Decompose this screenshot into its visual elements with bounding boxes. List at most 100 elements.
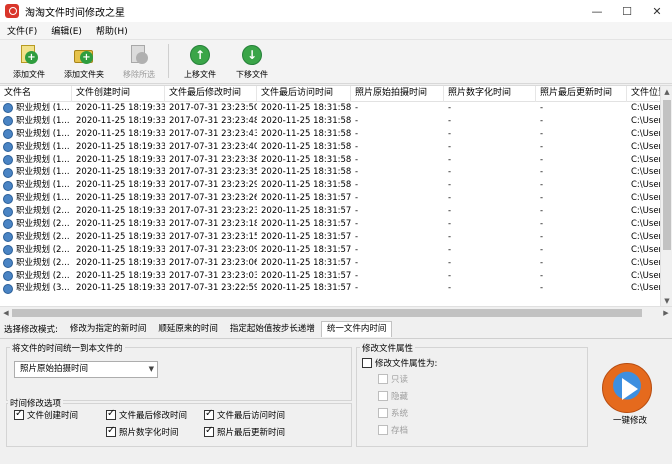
checkbox-modified-time[interactable]: 文件最后修改时间 bbox=[106, 408, 187, 421]
table-cell: 2020-11-25 18:31:57 bbox=[261, 244, 351, 255]
add-file-icon: + bbox=[18, 44, 40, 66]
table-cell: 2020-11-25 18:19:33 bbox=[76, 154, 165, 165]
apply-modify-label: 一键修改 bbox=[612, 416, 647, 426]
file-type-icon bbox=[3, 155, 13, 165]
checkbox-box[interactable] bbox=[204, 408, 214, 420]
file-type-icon bbox=[3, 116, 13, 127]
table-cell: 2017-07-31 23:23:38 bbox=[169, 154, 257, 165]
checkbox-modify-attributes[interactable]: 修改文件属性为: bbox=[362, 357, 437, 369]
table-row[interactable]: 职业规划 (1... 2020-11-25 18:19:33 2017-07-31 … bbox=[0, 179, 672, 192]
vertical-scrollbar[interactable]: ▲ ▼ bbox=[660, 86, 672, 307]
table-cell: 2017-07-31 23:23:29 bbox=[169, 180, 257, 191]
table-cell: 2020-11-25 18:19:33 bbox=[76, 257, 165, 268]
checkbox-digitized-time[interactable]: 照片数字化时间 bbox=[106, 425, 179, 438]
column-header[interactable]: 照片最后更新时间 bbox=[536, 86, 627, 102]
checkbox-system[interactable]: 系统 bbox=[378, 407, 408, 419]
minimize-button[interactable]: — bbox=[582, 0, 612, 22]
tab-specified-new-time[interactable]: 修改为指定的新时间 bbox=[64, 321, 153, 337]
file-name: 职业规划 (3... bbox=[16, 283, 70, 294]
checkbox-box[interactable] bbox=[204, 425, 214, 437]
apply-modify-button[interactable] bbox=[602, 363, 652, 413]
checkbox-created-time[interactable]: 文件创建时间 bbox=[14, 408, 78, 421]
table-row[interactable]: 职业规划 (1... 2020-11-25 18:19:33 2017-07-31 … bbox=[0, 192, 672, 205]
table-row[interactable]: 职业规划 (2... 2020-11-25 18:19:33 2017-07-31 … bbox=[0, 218, 672, 231]
table-row[interactable]: 职业规划 (1... 2020-11-25 18:19:33 2017-07-31 … bbox=[0, 141, 672, 154]
table-cell: 2017-07-31 23:22:59 bbox=[169, 283, 257, 294]
column-header[interactable]: 文件最后访问时间 bbox=[257, 86, 351, 102]
checkbox-box[interactable] bbox=[378, 391, 388, 401]
table-cell: 2017-07-31 23:23:40 bbox=[169, 141, 257, 152]
time-source-select[interactable]: 照片原始拍摄时间 ▼ bbox=[14, 361, 158, 378]
file-table[interactable]: 文件名 文件创建时间 文件最后修改时间 文件最后访问时间 照片原始拍摄时间 照片… bbox=[0, 85, 672, 318]
file-type-icon bbox=[3, 245, 13, 256]
add-folder-button[interactable]: + 添加文件夹 bbox=[56, 40, 112, 82]
column-header[interactable]: 文件最后修改时间 bbox=[165, 86, 257, 102]
table-cell: 2020-11-25 18:31:58 bbox=[261, 167, 351, 178]
checkbox-hidden[interactable]: 隐藏 bbox=[378, 390, 408, 402]
table-cell: - bbox=[448, 219, 452, 230]
attributes-group-title: 修改文件属性 bbox=[360, 342, 416, 354]
checkbox-box[interactable] bbox=[362, 358, 372, 368]
checkbox-archive[interactable]: 存档 bbox=[378, 424, 408, 436]
table-cell: 2020-11-25 18:31:58 bbox=[261, 154, 351, 165]
table-cell: 2020-11-25 18:31:58 bbox=[261, 103, 351, 113]
close-button[interactable]: ✕ bbox=[642, 0, 672, 22]
maximize-button[interactable]: ☐ bbox=[612, 0, 642, 22]
remove-selected-label: 移除所选 bbox=[123, 70, 155, 79]
menu-file[interactable]: 文件(F) bbox=[0, 24, 44, 37]
checkbox-box[interactable] bbox=[106, 425, 116, 437]
table-row[interactable]: 职业规划 (1... 2020-11-25 18:19:33 2017-07-31 … bbox=[0, 102, 672, 115]
tab-postpone-time[interactable]: 顺延原来的时间 bbox=[152, 321, 224, 337]
column-header[interactable]: 照片数字化时间 bbox=[444, 86, 536, 102]
table-cell: - bbox=[540, 103, 544, 113]
scroll-left-icon[interactable]: ◀ bbox=[0, 307, 12, 318]
checkbox-accessed-time[interactable]: 文件最后访问时间 bbox=[204, 408, 285, 421]
horizontal-scroll-thumb[interactable] bbox=[12, 309, 642, 317]
checkbox-box[interactable] bbox=[378, 374, 388, 384]
table-row[interactable]: 职业规划 (1... 2020-11-25 18:19:33 2017-07-31 … bbox=[0, 166, 672, 179]
remove-file-icon bbox=[128, 44, 150, 66]
table-row[interactable]: 职业规划 (2... 2020-11-25 18:19:33 2017-07-31 … bbox=[0, 270, 672, 283]
checkbox-box[interactable] bbox=[378, 425, 388, 435]
table-cell: - bbox=[355, 154, 359, 165]
table-cell: 2017-07-31 23:23:35 bbox=[169, 167, 257, 178]
checkbox-box[interactable] bbox=[14, 408, 24, 420]
column-header[interactable]: 文件创建时间 bbox=[72, 86, 165, 102]
move-down-button[interactable]: ↓ 下移文件 bbox=[227, 40, 277, 82]
table-row[interactable]: 职业规划 (1... 2020-11-25 18:19:33 2017-07-31 … bbox=[0, 115, 672, 128]
scroll-right-icon[interactable]: ▶ bbox=[660, 307, 672, 318]
add-file-button[interactable]: + 添加文件 bbox=[4, 40, 54, 82]
menu-help[interactable]: 帮助(H) bbox=[89, 24, 135, 37]
checkbox-box[interactable] bbox=[106, 408, 116, 420]
add-folder-icon: + bbox=[73, 44, 95, 66]
table-row[interactable]: 职业规划 (2... 2020-11-25 18:19:33 2017-07-31 … bbox=[0, 257, 672, 270]
tab-unify-file-time[interactable]: 统一文件内时间 bbox=[320, 321, 393, 337]
column-header[interactable]: 文件名 bbox=[0, 86, 72, 102]
table-cell: 2020-11-25 18:31:57 bbox=[261, 270, 351, 281]
column-header[interactable]: 照片原始拍摄时间 bbox=[351, 86, 444, 102]
menu-edit[interactable]: 编辑(E) bbox=[44, 24, 89, 37]
scroll-up-icon[interactable]: ▲ bbox=[661, 86, 672, 98]
table-row[interactable]: 职业规划 (3... 2020-11-25 18:19:33 2017-07-31 … bbox=[0, 282, 672, 295]
table-row[interactable]: 职业规划 (1... 2020-11-25 18:19:33 2017-07-31 … bbox=[0, 128, 672, 141]
toolbar-separator bbox=[168, 44, 169, 78]
table-row[interactable]: 职业规划 (2... 2020-11-25 18:19:33 2017-07-31 … bbox=[0, 231, 672, 244]
table-body: 职业规划 (1... 2020-11-25 18:19:33 2017-07-31 … bbox=[0, 102, 672, 295]
file-name: 职业规划 (1... bbox=[16, 115, 70, 126]
file-name: 职业规划 (1... bbox=[16, 193, 70, 204]
remove-selected-button[interactable]: 移除所选 bbox=[114, 40, 164, 82]
table-cell: - bbox=[448, 270, 452, 281]
tab-step-increment[interactable]: 指定起始值按步长递增 bbox=[224, 321, 321, 337]
table-cell: 2020-11-25 18:31:58 bbox=[261, 115, 351, 126]
table-row[interactable]: 职业规划 (1... 2020-11-25 18:19:33 2017-07-31 … bbox=[0, 154, 672, 167]
checkbox-photo-updated-time[interactable]: 照片最后更新时间 bbox=[204, 425, 285, 438]
table-cell: - bbox=[540, 193, 544, 204]
checkbox-box[interactable] bbox=[378, 408, 388, 418]
file-name-cell: 职业规划 (2... bbox=[0, 244, 72, 257]
table-row[interactable]: 职业规划 (2... 2020-11-25 18:19:33 2017-07-31 … bbox=[0, 244, 672, 257]
horizontal-scrollbar[interactable]: ◀ ▶ bbox=[0, 306, 672, 318]
table-row[interactable]: 职业规划 (2... 2020-11-25 18:19:33 2017-07-31 … bbox=[0, 205, 672, 218]
checkbox-readonly[interactable]: 只读 bbox=[378, 373, 408, 385]
vertical-scroll-thumb[interactable] bbox=[663, 100, 671, 250]
move-up-button[interactable]: ↑ 上移文件 bbox=[175, 40, 225, 82]
